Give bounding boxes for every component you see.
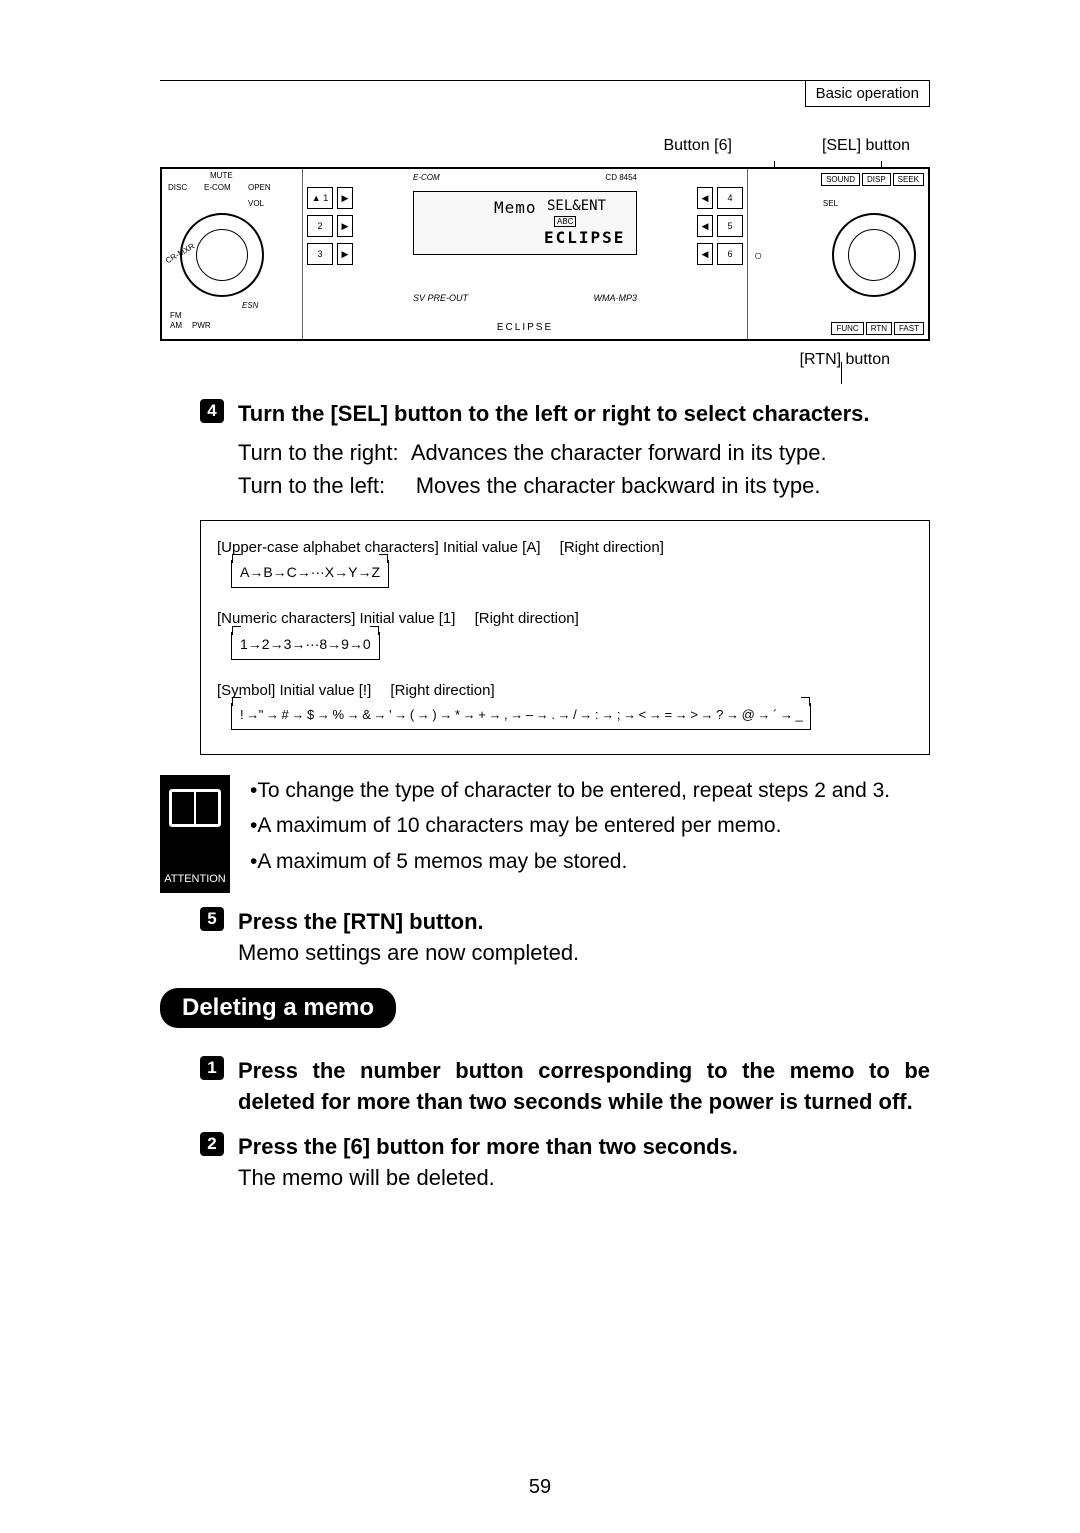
delete-step-1: 1 Press the number button corresponding … xyxy=(200,1056,930,1118)
step-5: 5 Press the [RTN] button. Memo settings … xyxy=(200,907,930,969)
preset-6: 6 xyxy=(717,243,743,265)
ecom-label: E-COM xyxy=(204,183,231,192)
fwd-2: ▶ xyxy=(337,215,353,237)
numeric-title: [Numeric characters] Initial value [1] [… xyxy=(217,608,913,631)
preset-5: 5 xyxy=(717,215,743,237)
delete-step-1-badge: 1 xyxy=(200,1056,224,1080)
disc-label: DISC xyxy=(168,183,187,192)
delete-step-2-body: The memo will be deleted. xyxy=(238,1165,495,1190)
delete-step-2-title: Press the [6] button for more than two s… xyxy=(238,1134,738,1159)
display-memo: Memo xyxy=(494,198,537,217)
preset-1: ▲ 1 xyxy=(307,187,333,209)
symbol-seq: ! →" → # → $ → % → & → ' → ( → ) → * → +… xyxy=(231,703,811,730)
attention-label: ATTENTION xyxy=(164,873,226,885)
page-number: 59 xyxy=(0,1476,1080,1499)
uppercase-seq: A→B→C→···X→Y→Z xyxy=(231,560,389,588)
sel-label: SEL xyxy=(823,199,838,208)
esn-label: ESN xyxy=(242,301,258,310)
faceplate-figure: Button [6] [SEL] button MUTE DISC E-COM … xyxy=(160,137,930,369)
disp-btn: DISP xyxy=(862,173,891,186)
wma-mp3-label: WMA·MP3 xyxy=(594,293,638,313)
step-4-title: Turn the [SEL] button to the left or rig… xyxy=(238,399,930,430)
brand-ecom: E-COM xyxy=(413,173,440,182)
faceplate-illustration: MUTE DISC E-COM OPEN VOL CR-MXR ESN FM A… xyxy=(160,167,930,341)
display-selent: SEL&ENT xyxy=(547,198,606,214)
uppercase-title: [Upper-case alphabet characters] Initial… xyxy=(217,537,913,560)
left-knob xyxy=(180,213,264,297)
pwr-label: PWR xyxy=(192,321,211,330)
vol-label: VOL xyxy=(248,199,264,208)
attention-bullet-1: •To change the type of character to be e… xyxy=(250,775,930,807)
step-4: 4 Turn the [SEL] button to the left or r… xyxy=(200,399,930,430)
header-rule: Basic operation xyxy=(160,80,930,107)
mute-label: MUTE xyxy=(210,171,233,180)
circle-icon: ○ xyxy=(754,247,762,263)
callout-rtn-button: [RTN] button xyxy=(160,351,930,369)
attention-block: ATTENTION •To change the type of charact… xyxy=(160,775,930,893)
display-abc: ABC xyxy=(554,216,576,227)
right-knob xyxy=(832,213,916,297)
book-icon xyxy=(169,789,221,827)
delete-step-2-badge: 2 xyxy=(200,1132,224,1156)
delete-step-2: 2 Press the [6] button for more than two… xyxy=(200,1132,930,1194)
preset-4: 4 xyxy=(717,187,743,209)
preset-3: 3 xyxy=(307,243,333,265)
model-number: CD 8454 xyxy=(605,173,637,182)
sound-btn: SOUND xyxy=(821,173,860,186)
sv-preout-label: SV PRE-OUT xyxy=(413,293,468,313)
callout-sel-button: [SEL] button xyxy=(822,137,910,155)
am-label: AM xyxy=(170,321,182,330)
fast-btn: FAST xyxy=(894,322,924,335)
seek-btn: SEEK xyxy=(893,173,924,186)
open-label: OPEN xyxy=(248,183,271,192)
back-4: ◀ xyxy=(697,187,713,209)
attention-icon: ATTENTION xyxy=(160,775,230,893)
character-sequence-table: [Upper-case alphabet characters] Initial… xyxy=(200,520,930,755)
attention-bullet-2: •A maximum of 10 characters may be enter… xyxy=(250,810,930,842)
attention-bullet-3: •A maximum of 5 memos may be stored. xyxy=(250,846,930,878)
bottom-brand: ECLIPSE xyxy=(303,322,747,333)
fwd-1: ▶ xyxy=(337,187,353,209)
delete-step-1-title: Press the number button corresponding to… xyxy=(238,1056,930,1118)
back-6: ◀ xyxy=(697,243,713,265)
step-4-left-line: Turn to the left: Moves the character ba… xyxy=(238,469,930,502)
step-5-title: Press the [RTN] button. xyxy=(238,909,484,934)
step-5-badge: 5 xyxy=(200,907,224,931)
step-4-right-line: Turn to the right: Advances the characte… xyxy=(238,436,930,469)
display-eclipse: ECLIPSE xyxy=(544,228,625,247)
func-btn: FUNC xyxy=(831,322,863,335)
numeric-seq: 1→2→3→···8→9→0 xyxy=(231,632,380,660)
fm-label: FM xyxy=(170,311,182,320)
callout-button-6: Button [6] xyxy=(663,137,732,155)
rtn-btn: RTN xyxy=(866,322,892,335)
fwd-3: ▶ xyxy=(337,243,353,265)
deleting-memo-heading: Deleting a memo xyxy=(160,988,396,1028)
step-4-badge: 4 xyxy=(200,399,224,423)
preset-2: 2 xyxy=(307,215,333,237)
step-5-body: Memo settings are now completed. xyxy=(238,940,579,965)
lcd-display: Memo SEL&ENT ABC ECLIPSE xyxy=(413,191,637,255)
section-label: Basic operation xyxy=(805,81,930,107)
back-5: ◀ xyxy=(697,215,713,237)
